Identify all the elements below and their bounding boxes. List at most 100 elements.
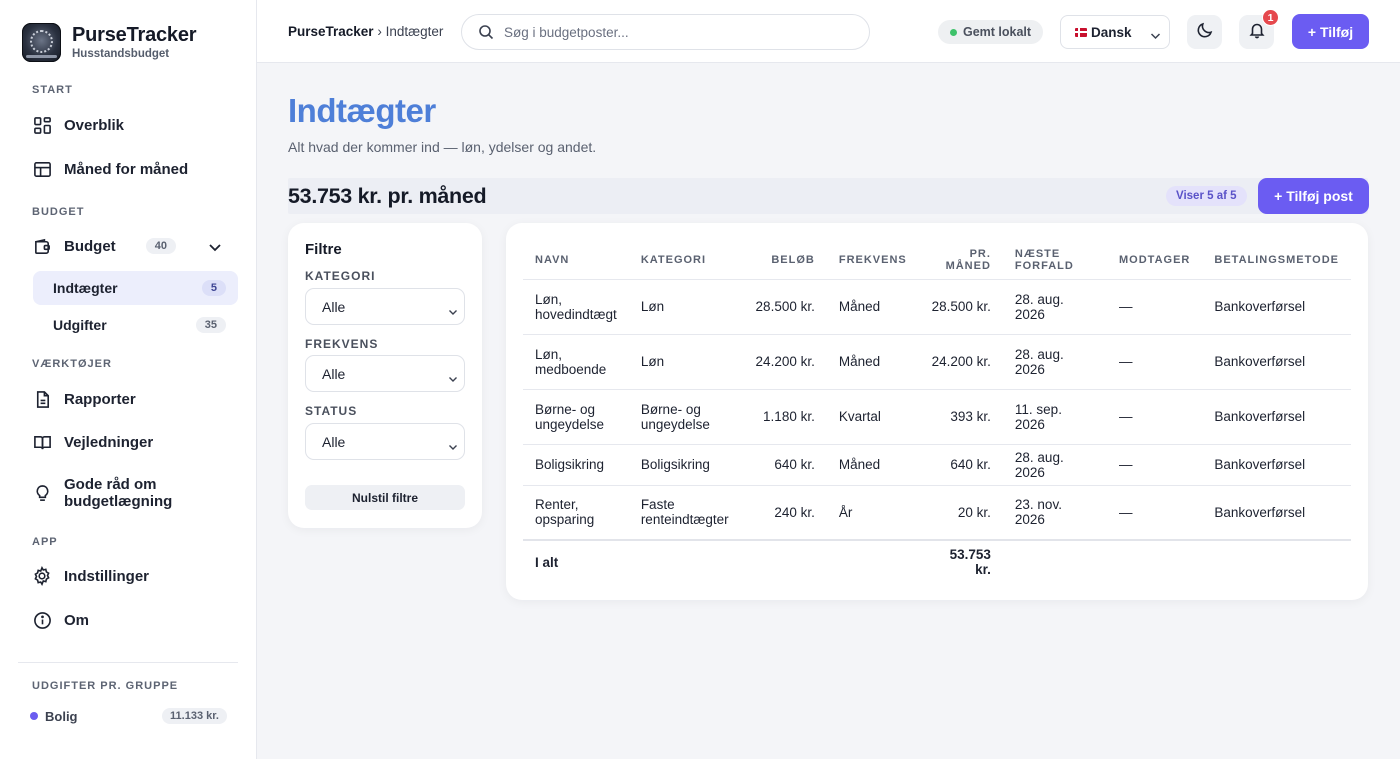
frequency-select[interactable]: Alle — [305, 355, 465, 392]
sidebar: PurseTracker Husstandsbudget START Overb… — [0, 0, 257, 759]
row-name: Løn, — [535, 346, 563, 362]
section-label-tools: VÆRKTØJER — [32, 358, 112, 370]
row-payment-method: Bankoverførsel — [1202, 444, 1351, 486]
sidebar-item-label: Vejledninger — [64, 433, 154, 451]
breadcrumb-root[interactable]: PurseTracker — [288, 24, 374, 39]
filters-panel: Filtre KATEGORI Alle FREKVENS Alle STATU… — [288, 223, 482, 528]
budget-count-badge: 40 — [145, 238, 176, 254]
notification-count-badge: 1 — [1262, 9, 1279, 26]
frequency-select-value: Alle — [322, 365, 346, 382]
row-category: Børne- og — [640, 401, 701, 417]
row-recipient: — — [1107, 334, 1203, 390]
sidebar-item-label: Overblik — [64, 116, 125, 134]
search-input[interactable] — [504, 24, 834, 40]
column-header-recipient[interactable]: MODTAGER — [1107, 241, 1203, 280]
app-subtitle: Husstandsbudget — [72, 48, 170, 60]
table-icon — [32, 159, 52, 179]
language-value: Dansk — [1091, 24, 1132, 40]
group-row-bolig[interactable]: Bolig 11.133 kr. — [30, 707, 227, 725]
group-color-dot — [30, 712, 38, 720]
notifications-button[interactable]: 1 — [1239, 9, 1279, 49]
row-name: hovedindtægt — [535, 306, 617, 322]
row-name: Børne- og — [535, 401, 596, 417]
row-due-date: 28. aug. 2026 — [1002, 334, 1107, 390]
table-row[interactable]: Børne- og ungeydelse Børne- og ungeydelse … — [523, 389, 1351, 445]
sidebar-item-guides[interactable]: Vejledninger — [22, 424, 238, 460]
theme-toggle-button[interactable] — [1187, 15, 1222, 49]
filter-label-category: KATEGORI — [305, 269, 376, 283]
app-name: PurseTracker — [72, 24, 197, 46]
showing-count-badge: Viser 5 af 5 — [1166, 186, 1247, 206]
row-due-date: 28. aug. 2026 — [1002, 444, 1107, 486]
sidebar-item-budget[interactable]: Budget 40 — [22, 228, 238, 264]
income-table-card: NAVN KATEGORI BELØB FREKVENS PR. MÅNED N… — [506, 223, 1368, 600]
sidebar-item-label: Om — [64, 611, 90, 629]
filter-label-frequency: FREKVENS — [305, 337, 379, 351]
table-row[interactable]: Løn, medboende Løn 24.200 kr. Måned 24.20… — [523, 334, 1351, 390]
chevron-down-icon — [448, 370, 458, 388]
column-header-monthly[interactable]: PR. MÅNED — [918, 241, 1003, 280]
sidebar-item-tips[interactable]: Gode råd om budgetlægning — [22, 474, 238, 512]
row-category: Faste — [640, 497, 675, 513]
column-header-frequency[interactable]: FREKVENS — [826, 241, 919, 280]
sidebar-item-income[interactable]: Indtægter 5 — [33, 271, 238, 305]
sidebar-item-label: Indstillinger — [64, 567, 150, 585]
sidebar-item-expenses[interactable]: Udgifter 35 — [33, 308, 238, 342]
sidebar-item-settings[interactable]: Indstillinger — [22, 558, 238, 594]
row-payment-method: Bankoverførsel — [1202, 389, 1351, 445]
column-header-amount[interactable]: BELØB — [743, 241, 827, 280]
column-header-method[interactable]: BETALINGSMETODE — [1202, 241, 1351, 280]
sidebar-item-label: Udgifter — [53, 317, 107, 333]
table-row[interactable]: Renter, opsparing Faste renteindtægter 240… — [523, 485, 1351, 541]
brand[interactable]: PurseTracker Husstandsbudget — [22, 23, 197, 62]
column-header-name[interactable]: NAVN — [523, 241, 629, 280]
chevron-down-icon[interactable] — [208, 240, 222, 258]
status-select[interactable]: Alle — [305, 423, 465, 460]
sidebar-item-label: Måned for måned — [64, 160, 189, 178]
column-header-category[interactable]: KATEGORI — [628, 241, 744, 280]
table-total-row: I alt 53.753 kr. — [523, 539, 1351, 583]
row-monthly: 393 kr. — [918, 389, 1003, 445]
sidebar-item-overview[interactable]: Overblik — [22, 107, 238, 143]
sidebar-item-about[interactable]: Om — [22, 602, 238, 638]
section-label-start: START — [32, 84, 73, 96]
table-header-row: NAVN KATEGORI BELØB FREKVENS PR. MÅNED N… — [523, 241, 1351, 280]
category-select[interactable]: Alle — [305, 288, 465, 325]
row-frequency: Måned — [826, 334, 919, 390]
row-due-date: 28. aug. 2026 — [1002, 279, 1107, 335]
language-select[interactable]: Dansk — [1060, 15, 1170, 49]
moon-icon — [1196, 21, 1214, 44]
row-amount: 240 kr. — [743, 485, 827, 541]
row-frequency: Måned — [826, 444, 919, 486]
group-value: 11.133 kr. — [162, 708, 227, 724]
wallet-icon — [32, 236, 52, 256]
row-recipient: — — [1107, 485, 1203, 541]
row-payment-method: Bankoverførsel — [1202, 485, 1351, 541]
row-name: opsparing — [535, 512, 595, 528]
table-row[interactable]: Boligsikring Boligsikring 640 kr. Måned … — [523, 444, 1351, 486]
row-recipient: — — [1107, 279, 1203, 335]
add-post-button[interactable]: + Tilføj post — [1258, 178, 1369, 214]
sidebar-item-reports[interactable]: Rapporter — [22, 381, 238, 417]
status-select-value: Alle — [322, 433, 346, 450]
breadcrumb-current: Indtægter — [385, 24, 444, 39]
row-category: ungeydelse — [640, 416, 710, 432]
row-name: Renter, — [535, 497, 579, 513]
info-icon — [32, 610, 52, 630]
row-payment-method: Bankoverførsel — [1202, 334, 1351, 390]
row-category: Løn — [640, 299, 665, 314]
income-count-badge: 5 — [201, 280, 226, 296]
group-name: Bolig — [45, 708, 78, 724]
search-box[interactable] — [461, 14, 870, 50]
reset-filters-button[interactable]: Nulstil filtre — [305, 485, 465, 510]
search-icon — [478, 24, 494, 40]
total-label: I alt — [523, 539, 629, 583]
column-header-due[interactable]: NÆSTE FORFALD — [1002, 241, 1107, 280]
row-due-date: 11. sep. 2026 — [1002, 389, 1107, 445]
row-due-date: 23. nov. 2026 — [1002, 485, 1107, 541]
income-table: NAVN KATEGORI BELØB FREKVENS PR. MÅNED N… — [523, 241, 1351, 583]
filters-title: Filtre — [305, 241, 342, 258]
sidebar-item-monthly[interactable]: Måned for måned — [22, 151, 238, 187]
add-button[interactable]: + Tilføj — [1292, 14, 1369, 49]
table-row[interactable]: Løn, hovedindtægt Løn 28.500 kr. Måned 28… — [523, 279, 1351, 335]
